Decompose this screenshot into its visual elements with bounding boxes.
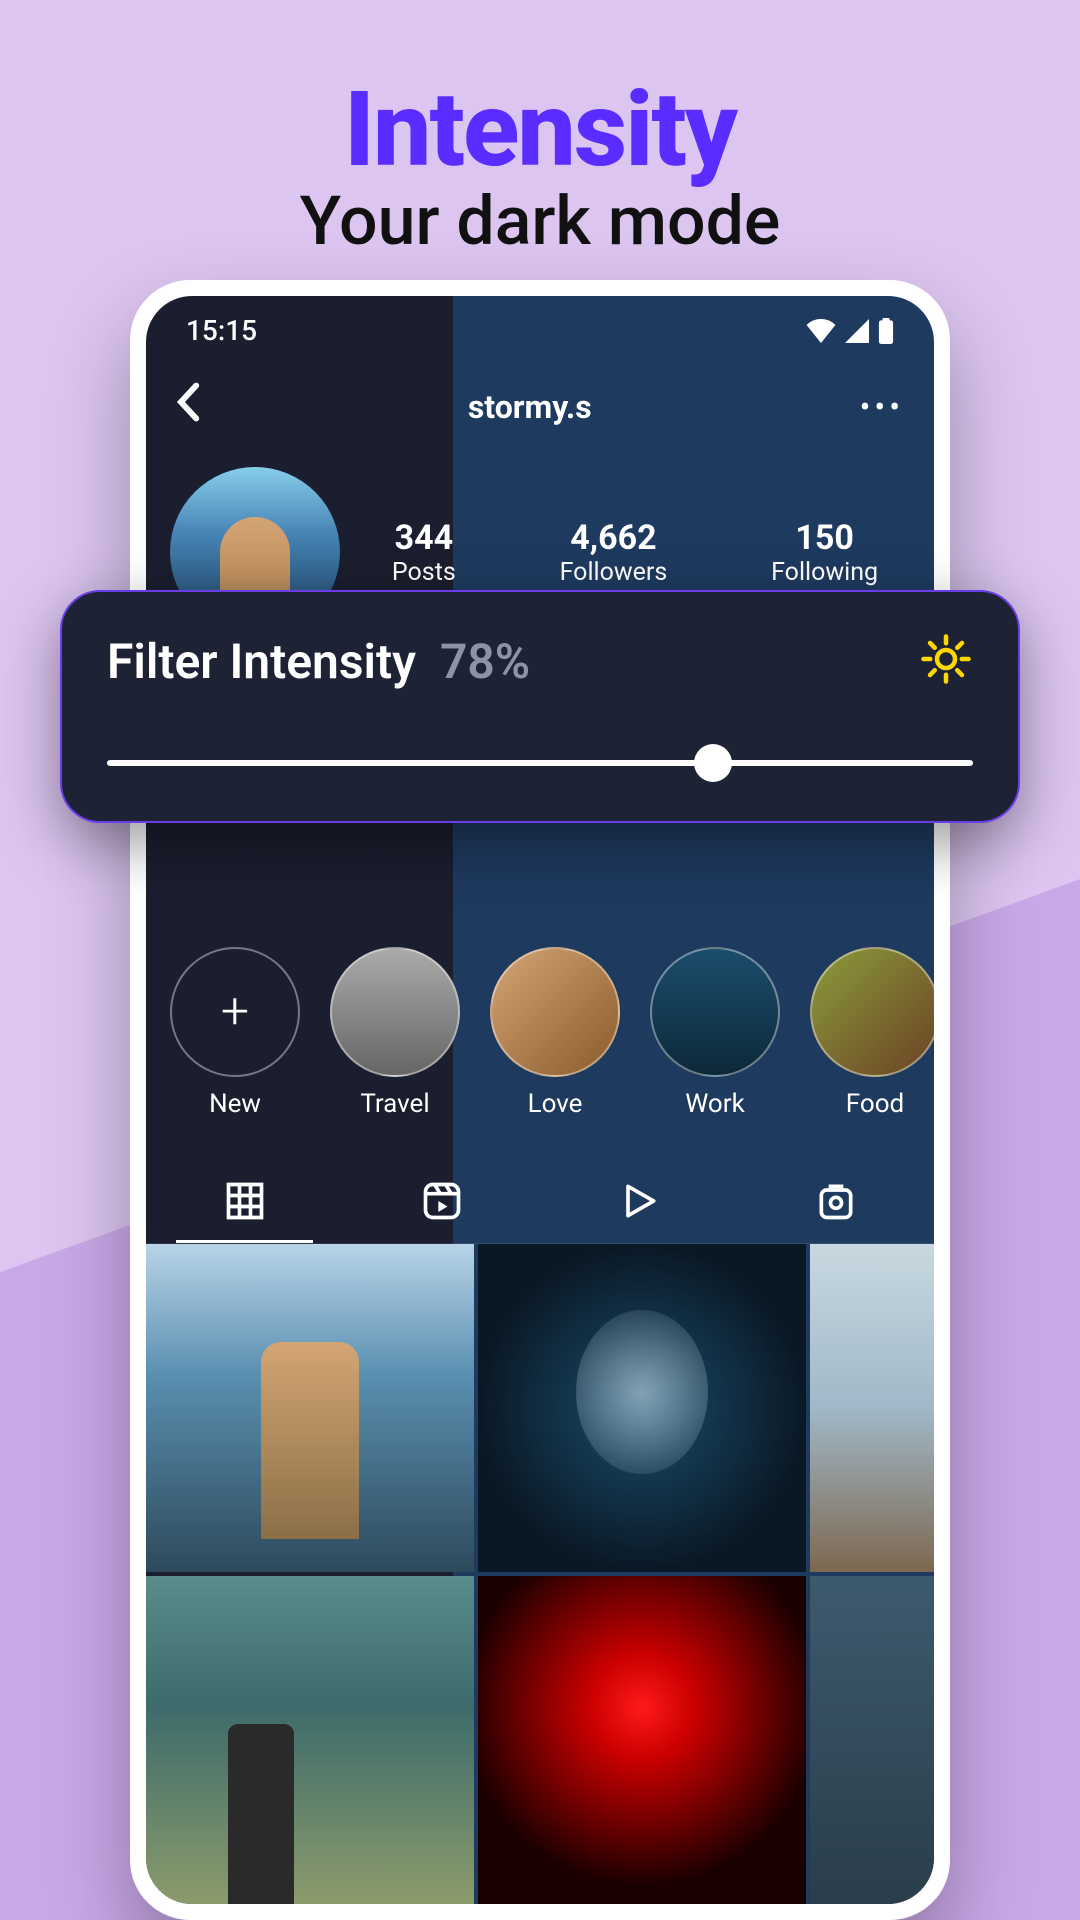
profile-stats: 344 Posts 4,662 Followers 150 Following <box>360 518 910 587</box>
stat-label: Followers <box>560 558 668 587</box>
tab-tagged[interactable] <box>737 1159 934 1243</box>
sun-icon[interactable] <box>919 632 973 690</box>
stat-value: 150 <box>771 518 878 558</box>
tab-grid[interactable] <box>146 1159 343 1243</box>
battery-icon <box>878 318 894 344</box>
post-thumbnail[interactable] <box>146 1244 474 1572</box>
highlight-label: Work <box>685 1089 745 1119</box>
more-icon[interactable]: ••• <box>860 388 904 426</box>
status-time: 15:15 <box>186 314 257 347</box>
stat-label: Posts <box>392 558 456 587</box>
plus-icon: + <box>170 947 300 1077</box>
filter-intensity-card: Filter Intensity 78% <box>60 590 1020 823</box>
slider-thumb[interactable] <box>694 744 732 782</box>
highlight-label: Travel <box>360 1089 429 1119</box>
filter-intensity-value: 78% <box>440 633 530 690</box>
stat-followers[interactable]: 4,662 Followers <box>560 518 668 587</box>
nav-bar: stormy.s ••• <box>146 357 934 457</box>
phone-frame: 15:15 stormy.s ••• 344 <box>130 280 950 1920</box>
highlight-thumb <box>490 947 620 1077</box>
highlight-food[interactable]: Food <box>810 947 934 1119</box>
status-icons <box>806 318 894 344</box>
grid-icon <box>223 1179 267 1223</box>
highlight-thumb <box>650 947 780 1077</box>
post-grid <box>146 1244 934 1904</box>
highlight-thumb <box>330 947 460 1077</box>
post-thumbnail[interactable] <box>478 1576 806 1904</box>
reels-icon <box>420 1179 464 1223</box>
back-icon[interactable] <box>176 381 200 433</box>
highlight-label: New <box>209 1089 261 1119</box>
highlight-new[interactable]: + New <box>170 947 300 1119</box>
highlight-label: Food <box>846 1089 904 1119</box>
post-thumbnail[interactable] <box>810 1244 934 1572</box>
highlight-work[interactable]: Work <box>650 947 780 1119</box>
tab-play[interactable] <box>540 1159 737 1243</box>
story-highlights: + New Travel Love Work Food <box>146 927 934 1149</box>
post-thumbnail[interactable] <box>810 1576 934 1904</box>
tagged-icon <box>814 1179 858 1223</box>
highlight-travel[interactable]: Travel <box>330 947 460 1119</box>
highlight-love[interactable]: Love <box>490 947 620 1119</box>
stat-value: 4,662 <box>560 518 668 558</box>
stat-posts[interactable]: 344 Posts <box>392 518 456 587</box>
tab-reels[interactable] <box>343 1159 540 1243</box>
highlight-label: Love <box>528 1089 583 1119</box>
username-title[interactable]: stormy.s <box>468 388 592 426</box>
post-thumbnail[interactable] <box>146 1576 474 1904</box>
play-icon <box>617 1179 661 1223</box>
status-bar: 15:15 <box>146 296 934 357</box>
intensity-slider[interactable] <box>107 760 973 766</box>
stat-value: 344 <box>392 518 456 558</box>
profile-tabs <box>146 1149 934 1244</box>
highlight-thumb <box>810 947 934 1077</box>
signal-icon <box>844 319 870 343</box>
filter-intensity-label: Filter Intensity <box>107 633 416 690</box>
stat-label: Following <box>771 558 878 587</box>
promo-subtitle: Your dark mode <box>0 181 1080 261</box>
wifi-icon <box>806 319 836 343</box>
stat-following[interactable]: 150 Following <box>771 518 878 587</box>
promo-header: Intensity Your dark mode <box>0 0 1080 261</box>
post-thumbnail[interactable] <box>478 1244 806 1572</box>
app-screen: 15:15 stormy.s ••• 344 <box>146 296 934 1904</box>
promo-title: Intensity <box>0 70 1080 191</box>
